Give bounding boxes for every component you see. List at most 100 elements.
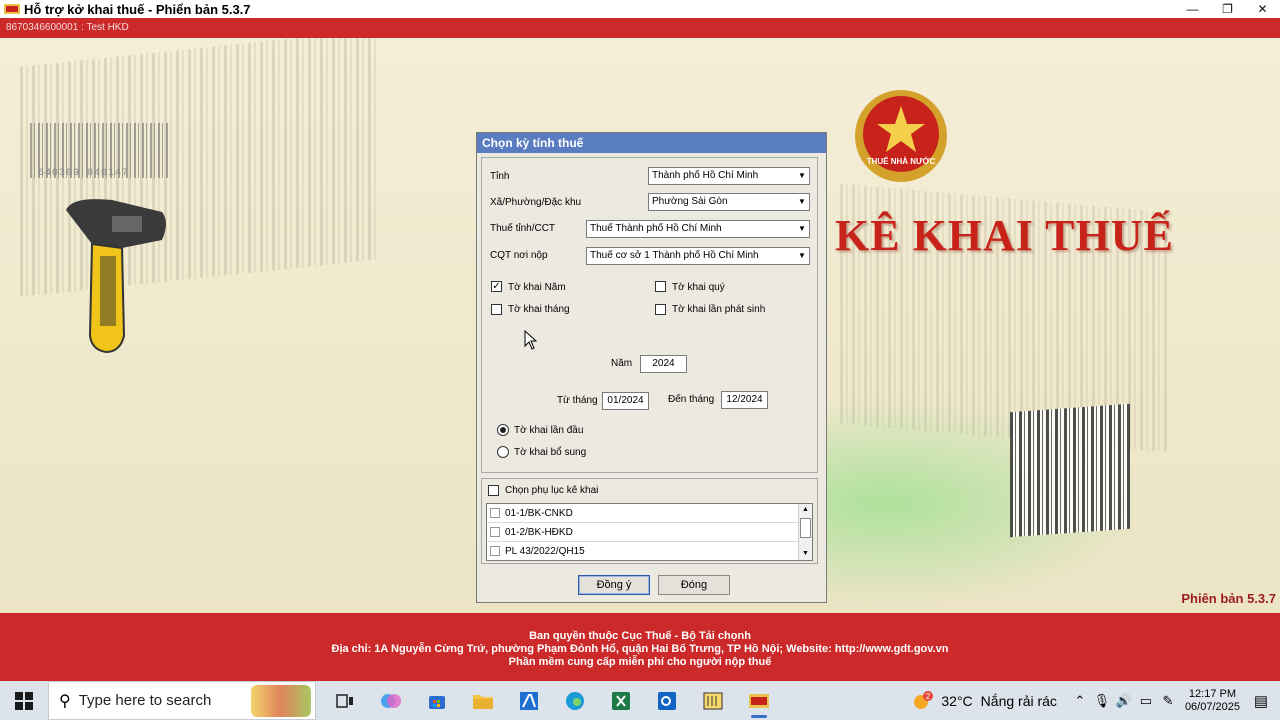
- excel-icon: [612, 691, 630, 710]
- province-label: Tỉnh: [490, 171, 510, 182]
- first-declaration-label: Tờ khai lần đầu: [514, 425, 584, 436]
- temperature: 32°C: [941, 692, 973, 709]
- first-declaration-radio[interactable]: [497, 424, 509, 436]
- copilot-button[interactable]: [368, 681, 414, 720]
- folder-icon: [473, 694, 493, 709]
- tax-emblem-image: THUẾ NHÀ NƯỚC: [855, 90, 947, 182]
- province-select[interactable]: Thành phố Hồ Chí Minh ▼: [648, 167, 810, 185]
- search-placeholder: Type here to search: [78, 692, 212, 709]
- year-input[interactable]: 2024: [640, 355, 687, 373]
- htkk-button[interactable]: [690, 681, 736, 720]
- supplementary-declaration-radio[interactable]: [497, 446, 509, 458]
- list-item-checkbox[interactable]: [490, 527, 500, 537]
- annual-declaration-checkbox[interactable]: ✓: [491, 281, 502, 292]
- app-logo-icon: [4, 4, 20, 14]
- annual-declaration-label: Tờ khai Năm: [508, 282, 566, 293]
- from-month-label: Từ tháng: [557, 395, 598, 406]
- scroll-down-icon[interactable]: ▼: [799, 548, 812, 560]
- footer-line-1: Ban quyền thuộc Cục Thuế - Bộ Tải chọnh: [529, 630, 751, 642]
- taskbar-clock[interactable]: 12:17 PM 06/07/2025: [1185, 688, 1240, 714]
- list-item[interactable]: 01-1/BK-CNKD: [487, 504, 812, 523]
- period-group: Tỉnh Thành phố Hồ Chí Minh ▼ Xã/Phường/Đặ…: [481, 157, 818, 473]
- task-view-icon: [336, 693, 353, 708]
- submission-office-select[interactable]: Thuế cơ sở 1 Thành phố Hồ Chí Minh ▼: [586, 247, 810, 265]
- window-title: Hỗ trợ kở khai thuế - Phiển bản 5.3.7: [24, 1, 251, 17]
- restore-button[interactable]: ❐: [1210, 0, 1245, 18]
- close-button[interactable]: ✕: [1245, 0, 1280, 18]
- footer-line-2: Địa chỉ: 1A Nguyễn Cừng Trứ, phường Phạm…: [331, 643, 949, 655]
- per-occurrence-declaration-label: Tờ khai lần phát sinh: [672, 304, 766, 315]
- microphone-icon[interactable]: 🎙: [1091, 693, 1113, 709]
- select-appendix-label: Chọn phụ lục kê khai: [505, 485, 599, 496]
- barcode-scanner-image: [66, 199, 166, 354]
- ok-button[interactable]: Đồng ý: [578, 575, 650, 595]
- edge-button[interactable]: [552, 681, 598, 720]
- close-dialog-button[interactable]: Đóng: [658, 575, 730, 595]
- supplementary-declaration-label: Tờ khai bổ sung: [514, 447, 587, 458]
- pen-icon[interactable]: ✎: [1157, 693, 1179, 709]
- monthly-declaration-checkbox[interactable]: [491, 304, 502, 315]
- submission-office-label: CQT nơi nộp: [490, 250, 548, 261]
- weather-widget[interactable]: 2 32°C Nắng rải rác: [911, 690, 1057, 712]
- list-item-checkbox[interactable]: [490, 508, 500, 518]
- copyright-footer: Ban quyền thuộc Cục Thuế - Bộ Tải chọnh …: [0, 613, 1280, 681]
- excel-button[interactable]: [598, 681, 644, 720]
- scroll-thumb[interactable]: [800, 518, 811, 538]
- ward-label: Xã/Phường/Đặc khu: [490, 197, 582, 208]
- list-item[interactable]: PL 43/2022/QH15: [487, 542, 812, 560]
- list-scrollbar[interactable]: ▲ ▼: [798, 504, 812, 560]
- chevron-down-icon: ▼: [795, 248, 809, 264]
- year-label: Năm: [611, 358, 633, 369]
- notification-icon[interactable]: ▤: [1250, 692, 1272, 710]
- ke-khai-thue-button[interactable]: [736, 681, 782, 720]
- tax-office-select[interactable]: Thuế Thành phố Hồ Chí Minh ▼: [586, 220, 810, 238]
- search-icon: ⚲: [59, 692, 71, 710]
- mouse-cursor-icon: [524, 330, 538, 350]
- barcode-3d-image: [1010, 403, 1130, 538]
- document-icon: [703, 692, 723, 709]
- tax-declaration-icon: [749, 693, 769, 708]
- from-month-input[interactable]: 01/2024: [602, 392, 649, 410]
- window-titlebar: Hỗ trợ kở khai thuế - Phiển bản 5.3.7 — …: [0, 0, 1280, 18]
- to-month-label: Đến tháng: [668, 394, 715, 405]
- select-appendix-checkbox[interactable]: [488, 485, 499, 496]
- tax-app-button[interactable]: [506, 681, 552, 720]
- dialog-title: Chọn kỳ tính thuế: [477, 133, 826, 153]
- appendix-list[interactable]: 01-1/BK-CNKD 01-2/BK-HĐKD PL 43/2022/QH1…: [486, 503, 813, 561]
- per-occurrence-declaration-checkbox[interactable]: [655, 304, 666, 315]
- outlook-button[interactable]: [644, 681, 690, 720]
- quarterly-declaration-checkbox[interactable]: [655, 281, 666, 292]
- system-tray: 2 32°C Nắng rải rác ⌃ 🎙 🔊 ▭ ✎ 12:17 PM 0…: [911, 681, 1280, 720]
- taskbar-search[interactable]: ⚲ Type here to search: [48, 681, 316, 720]
- version-label: Phiên bản 5.3.7: [1181, 591, 1276, 606]
- to-month-input[interactable]: 12/2024: [721, 391, 768, 409]
- chevron-up-icon[interactable]: ⌃: [1069, 693, 1091, 709]
- quarterly-declaration-label: Tờ khai quý: [672, 282, 725, 293]
- list-item-checkbox[interactable]: [490, 546, 500, 556]
- battery-icon[interactable]: ▭: [1135, 693, 1157, 709]
- clock-date: 06/07/2025: [1184, 700, 1240, 713]
- store-button[interactable]: [414, 681, 460, 720]
- list-item[interactable]: 01-2/BK-HĐKD: [487, 523, 812, 542]
- tax-office-label: Thuế tỉnh/CCT: [490, 223, 556, 234]
- chevron-down-icon: ▼: [795, 194, 809, 210]
- select-tax-period-dialog: Chọn kỳ tính thuế Tỉnh Thành phố Hồ Chí …: [476, 132, 827, 603]
- copilot-icon: [381, 693, 401, 708]
- account-strip: 8670346600001 : Test HKD: [0, 18, 1280, 38]
- clock-time: 12:17 PM: [1188, 687, 1237, 700]
- svg-text:THUẾ NHÀ NƯỚC: THUẾ NHÀ NƯỚC: [867, 156, 936, 166]
- outlook-icon: [658, 691, 676, 710]
- svg-text:2: 2: [926, 692, 931, 701]
- chevron-down-icon: ▼: [795, 221, 809, 237]
- headline-title: KÊ KHAI THUẾ: [835, 211, 1174, 260]
- barcode-number: 640309 040147: [38, 168, 130, 179]
- scroll-up-icon[interactable]: ▲: [799, 504, 812, 516]
- file-explorer-button[interactable]: [460, 681, 506, 720]
- ward-select[interactable]: Phường Sài Gòn ▼: [648, 193, 810, 211]
- taskbar: ⚲ Type here to search 2 32°C Nắng rải rá…: [0, 681, 1280, 720]
- start-button[interactable]: [0, 681, 48, 720]
- speaker-icon[interactable]: 🔊: [1113, 693, 1135, 709]
- tax-software-icon: [520, 691, 538, 710]
- task-view-button[interactable]: [322, 681, 368, 720]
- minimize-button[interactable]: —: [1175, 0, 1210, 18]
